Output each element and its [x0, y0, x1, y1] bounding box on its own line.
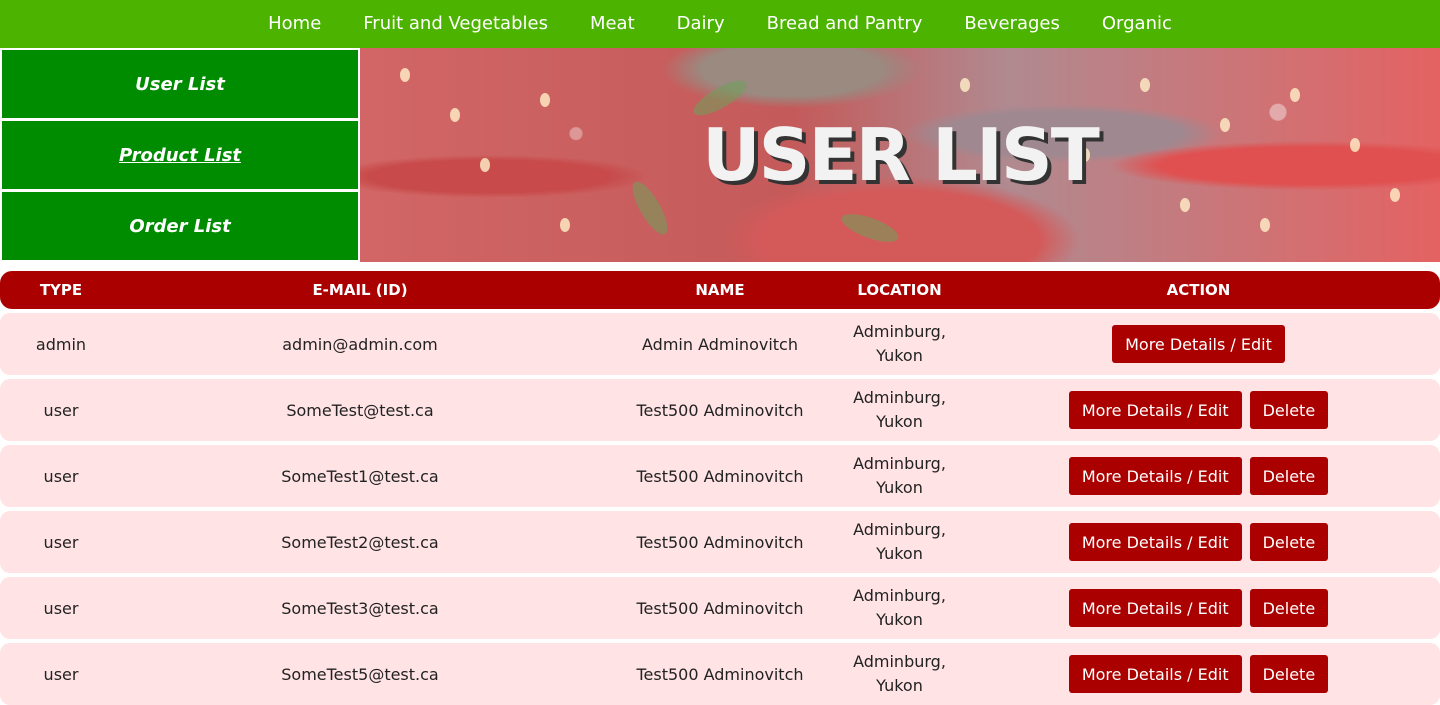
- location-region: Yukon: [876, 544, 923, 563]
- column-header-location: LOCATION: [857, 281, 942, 299]
- cell-action: More Details / Edit Delete: [957, 511, 1440, 573]
- nav-link-beverages[interactable]: Beverages: [943, 2, 1080, 46]
- cell-type: user: [43, 532, 79, 552]
- cell-type: user: [43, 598, 79, 618]
- cell-action: More Details / Edit Delete: [957, 577, 1440, 639]
- cell-type: admin: [35, 334, 87, 354]
- cell-type: user: [43, 466, 79, 486]
- column-header-action: ACTION: [1166, 281, 1231, 299]
- cell-location: Adminburg, Yukon: [842, 643, 957, 705]
- location-region: Yukon: [876, 610, 923, 629]
- page-banner: USER LIST: [360, 48, 1440, 262]
- cell-name: Test500 Adminovitch: [636, 664, 804, 684]
- cell-location: Adminburg, Yukon: [842, 445, 957, 507]
- cell-location: Adminburg, Yukon: [842, 379, 957, 441]
- nav-link-organic[interactable]: Organic: [1081, 2, 1193, 46]
- location-city: Adminburg,: [853, 322, 946, 341]
- nav-link-bread-and-pantry[interactable]: Bread and Pantry: [746, 2, 944, 46]
- more-details-edit-button[interactable]: More Details / Edit: [1068, 457, 1242, 495]
- cell-location: Adminburg, Yukon: [842, 313, 957, 375]
- table-row: admin admin@admin.com Admin Adminovitch …: [0, 313, 1440, 375]
- admin-menu: User List Product List Order List: [0, 48, 360, 262]
- cell-type: user: [43, 400, 79, 420]
- cell-email: SomeTest1@test.ca: [281, 466, 439, 486]
- cell-email: SomeTest@test.ca: [286, 400, 434, 420]
- table-header: TYPE E-MAIL (ID) NAME LOCATION ACTION: [0, 271, 1440, 309]
- location-city: Adminburg,: [853, 586, 946, 605]
- location-region: Yukon: [876, 412, 923, 431]
- more-details-edit-button[interactable]: More Details / Edit: [1068, 523, 1242, 561]
- table-row: user SomeTest@test.ca Test500 Adminovitc…: [0, 379, 1440, 441]
- location-region: Yukon: [876, 346, 923, 365]
- nav-link-fruit-and-vegetables[interactable]: Fruit and Vegetables: [342, 2, 569, 46]
- more-details-edit-button[interactable]: More Details / Edit: [1068, 391, 1242, 429]
- table-row: user SomeTest3@test.ca Test500 Adminovit…: [0, 577, 1440, 639]
- cell-email: SomeTest3@test.ca: [281, 598, 439, 618]
- location-region: Yukon: [876, 676, 923, 695]
- cell-name: Test500 Adminovitch: [636, 400, 804, 420]
- admin-menu-order-list[interactable]: Order List: [2, 192, 358, 260]
- table-row: user SomeTest1@test.ca Test500 Adminovit…: [0, 445, 1440, 507]
- cell-action: More Details / Edit Delete: [957, 379, 1440, 441]
- delete-button[interactable]: Delete: [1249, 391, 1329, 429]
- column-header-email: E-MAIL (ID): [312, 281, 408, 299]
- cell-name: Test500 Adminovitch: [636, 466, 804, 486]
- top-nav: Home Fruit and Vegetables Meat Dairy Bre…: [0, 0, 1440, 48]
- cell-action: More Details / Edit Delete: [957, 445, 1440, 507]
- cell-name: Test500 Adminovitch: [636, 598, 804, 618]
- cell-type: user: [43, 664, 79, 684]
- nav-link-meat[interactable]: Meat: [569, 2, 656, 46]
- admin-menu-product-list[interactable]: Product List: [2, 121, 358, 189]
- cell-action: More Details / Edit: [957, 313, 1440, 375]
- nav-link-dairy[interactable]: Dairy: [656, 2, 746, 46]
- location-city: Adminburg,: [853, 388, 946, 407]
- delete-button[interactable]: Delete: [1249, 523, 1329, 561]
- admin-menu-label: Order List: [129, 215, 231, 237]
- cell-location: Adminburg, Yukon: [842, 511, 957, 573]
- column-header-name: NAME: [695, 281, 745, 299]
- cell-email: SomeTest5@test.ca: [281, 664, 439, 684]
- delete-button[interactable]: Delete: [1249, 589, 1329, 627]
- nav-link-home[interactable]: Home: [247, 2, 342, 46]
- location-city: Adminburg,: [853, 520, 946, 539]
- cell-name: Admin Adminovitch: [642, 334, 798, 354]
- cell-action: More Details / Edit Delete: [957, 643, 1440, 705]
- table-row: user SomeTest5@test.ca Test500 Adminovit…: [0, 643, 1440, 705]
- cell-email: SomeTest2@test.ca: [281, 532, 439, 552]
- delete-button[interactable]: Delete: [1249, 655, 1329, 693]
- delete-button[interactable]: Delete: [1249, 457, 1329, 495]
- table-row: user SomeTest2@test.ca Test500 Adminovit…: [0, 511, 1440, 573]
- admin-menu-label: Product List: [118, 144, 242, 166]
- admin-menu-user-list[interactable]: User List: [2, 50, 358, 118]
- cell-location: Adminburg, Yukon: [842, 577, 957, 639]
- more-details-edit-button[interactable]: More Details / Edit: [1068, 589, 1242, 627]
- column-header-type: TYPE: [39, 281, 83, 299]
- location-city: Adminburg,: [853, 454, 946, 473]
- more-details-edit-button[interactable]: More Details / Edit: [1112, 325, 1285, 363]
- admin-menu-label: User List: [135, 73, 225, 95]
- more-details-edit-button[interactable]: More Details / Edit: [1068, 655, 1242, 693]
- location-city: Adminburg,: [853, 652, 946, 671]
- cell-email: admin@admin.com: [282, 334, 438, 354]
- location-region: Yukon: [876, 478, 923, 497]
- cell-name: Test500 Adminovitch: [636, 532, 804, 552]
- page-title: USER LIST: [702, 113, 1100, 197]
